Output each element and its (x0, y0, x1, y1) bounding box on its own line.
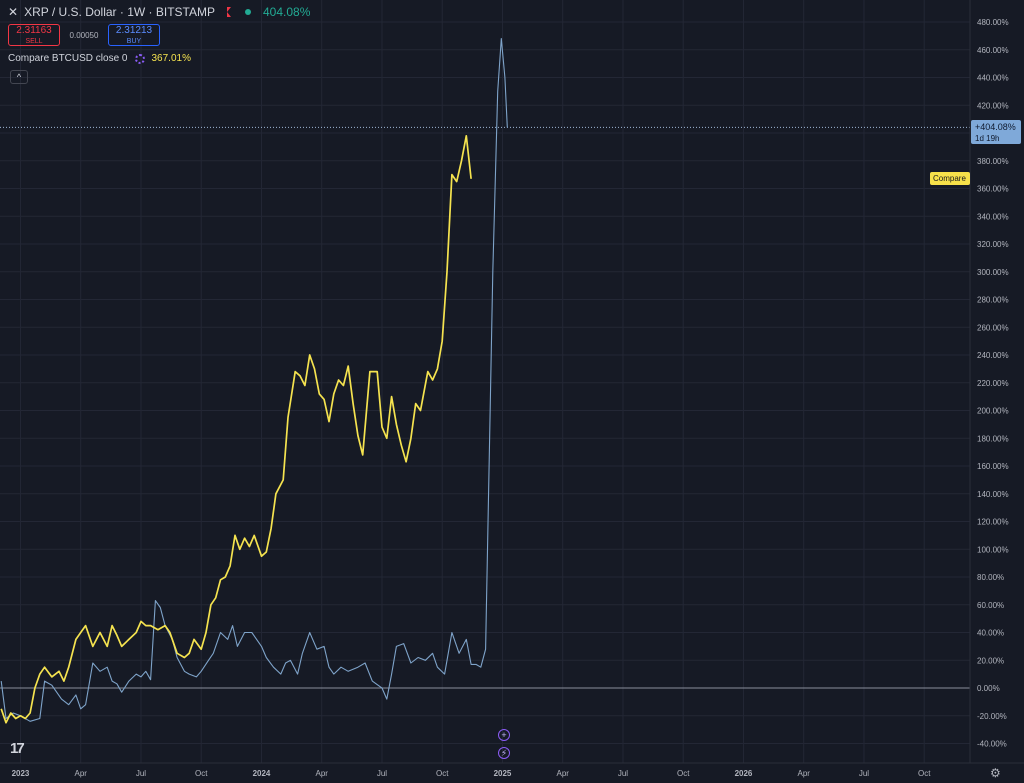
compare-legend[interactable]: Compare BTCUSD close 0 367.01% (8, 53, 191, 64)
y-tick-label: 100.00% (977, 545, 1009, 554)
x-tick-label: Jul (859, 769, 869, 778)
x-tick-label: Apr (797, 769, 810, 778)
y-tick-label: 0.00% (977, 684, 1000, 693)
y-tick-label: 40.00% (977, 629, 1004, 638)
x-tick-label: Jul (377, 769, 387, 778)
header-change-pct: 404.08% (262, 5, 311, 19)
y-tick-label: 260.00% (977, 323, 1009, 332)
buy-button[interactable]: 2.31213 BUY (108, 24, 160, 46)
quick-action-button[interactable]: ⚡ (498, 747, 510, 759)
y-tick-label: 20.00% (977, 656, 1004, 665)
x-tick-label: 2026 (735, 769, 753, 778)
y-tick-label: 280.00% (977, 296, 1009, 305)
x-tick-label: Jul (618, 769, 628, 778)
y-tick-label: 120.00% (977, 518, 1009, 527)
y-tick-label: 460.00% (977, 46, 1009, 55)
y-tick-label: 420.00% (977, 101, 1009, 110)
bolt-icon: ⚡ (500, 747, 508, 758)
compare-tag-label: Compare (933, 174, 966, 183)
symbol-header: ✕ XRP / U.S. Dollar · 1W · BITSTAMP 404.… (8, 4, 310, 20)
sell-button[interactable]: 2.31163 SELL (8, 24, 60, 46)
y-tick-label: 140.00% (977, 490, 1009, 499)
price-axis[interactable] (970, 0, 1024, 783)
y-tick-label: 80.00% (977, 573, 1004, 582)
y-tick-label: 60.00% (977, 601, 1004, 610)
x-tick-label: Jul (136, 769, 146, 778)
x-tick-label: 2024 (253, 769, 271, 778)
time-axis[interactable] (0, 763, 1024, 783)
compare-pct: 367.01% (151, 53, 191, 64)
y-tick-label: 200.00% (977, 407, 1009, 416)
y-tick-label: 440.00% (977, 74, 1009, 83)
close-icon[interactable]: ✕ (8, 5, 18, 19)
price-tag-value: +404.08% (975, 122, 1016, 132)
chevron-up-icon: ^ (16, 72, 22, 82)
y-tick-label: 220.00% (977, 379, 1009, 388)
x-tick-label: 2025 (494, 769, 512, 778)
y-tick-label: 300.00% (977, 268, 1009, 277)
x-tick-label: Apr (556, 769, 569, 778)
price-tag: +404.08% 1d 19h (971, 120, 1021, 144)
x-tick-label: Oct (436, 769, 449, 778)
tradingview-logo[interactable]: 17 (10, 740, 25, 757)
y-tick-label: -40.00% (977, 740, 1007, 749)
compare-tag: Compare (930, 172, 970, 185)
chart-canvas[interactable]: 480.00%460.00%440.00%420.00%400.00%380.0… (0, 0, 1024, 783)
y-tick-label: 380.00% (977, 157, 1009, 166)
x-tick-label: Oct (195, 769, 208, 778)
y-tick-label: 320.00% (977, 240, 1009, 249)
grid-lines (0, 0, 970, 763)
add-indicator-button[interactable]: + (498, 729, 510, 741)
collapse-legend-button[interactable]: ^ (10, 70, 28, 84)
x-tick-label: Apr (75, 769, 88, 778)
series-layer (0, 38, 508, 724)
y-tick-label: 360.00% (977, 185, 1009, 194)
symbol-title[interactable]: XRP / U.S. Dollar · 1W · BITSTAMP (24, 5, 215, 19)
x-tick-label: Oct (677, 769, 690, 778)
y-tick-label: -20.00% (977, 712, 1007, 721)
market-status-icon (244, 9, 251, 15)
sell-price: 2.31163 (16, 24, 52, 36)
x-tick-label: 2023 (12, 769, 30, 778)
spread-value: 0.00050 (69, 30, 99, 40)
y-tick-label: 340.00% (977, 212, 1009, 221)
buy-price: 2.31213 (115, 24, 153, 36)
settings-icon[interactable]: ⚙ (990, 766, 1001, 780)
buy-label: BUY (126, 37, 142, 45)
sell-label: SELL (25, 37, 43, 45)
y-tick-label: 160.00% (977, 462, 1009, 471)
xrp-series-line (0, 38, 508, 722)
source-icon[interactable] (135, 53, 146, 64)
y-tick-label: 480.00% (977, 18, 1009, 27)
flag-icon[interactable] (226, 7, 231, 17)
compare-label: Compare BTCUSD close 0 (8, 53, 128, 64)
x-tick-label: Apr (316, 769, 329, 778)
y-tick-label: 180.00% (977, 434, 1009, 443)
y-tick-label: 240.00% (977, 351, 1009, 360)
x-tick-label: Oct (918, 769, 931, 778)
price-tag-countdown: 1d 19h (975, 134, 999, 143)
plus-icon: + (501, 729, 507, 740)
btc-compare-series-line (0, 134, 472, 724)
quote-panel: 2.31163 SELL 0.00050 2.31213 BUY (8, 24, 160, 46)
